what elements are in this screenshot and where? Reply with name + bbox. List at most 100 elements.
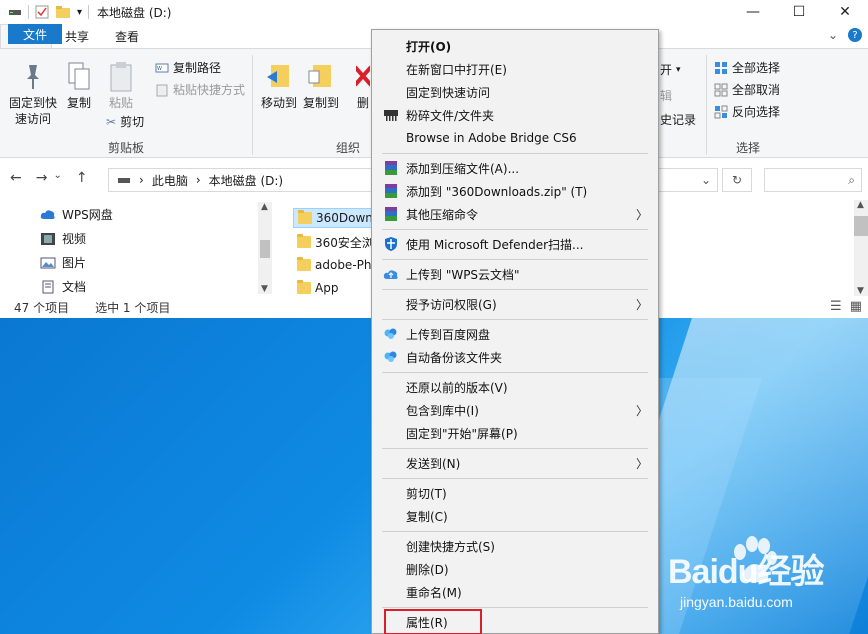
menu-item-adobe-bridge[interactable]: Browse in Adobe Bridge CS6 (372, 127, 658, 149)
quick-access-toolbar: ▾ (0, 5, 90, 19)
nav-item-label: 图片 (62, 256, 87, 270)
nav-item-pictures[interactable]: 图片 (40, 254, 86, 271)
file-item-app[interactable]: App (293, 278, 342, 296)
history-button-partial[interactable]: 史记录 (660, 111, 696, 128)
forward-arrow-icon[interactable]: → (36, 170, 48, 186)
select-none-label: 全部取消 (732, 83, 781, 97)
drive-icon[interactable] (8, 7, 22, 17)
menu-item-open[interactable]: 打开(O) (372, 35, 658, 57)
file-item-adobe-ph[interactable]: adobe-Ph (293, 255, 375, 275)
back-arrow-icon[interactable]: ← (10, 170, 22, 186)
menu-item-pin-quick-access[interactable]: 固定到快速访问 (372, 81, 658, 103)
pin-quick-access-button[interactable]: 固定到快 速访问 (6, 61, 60, 127)
submenu-arrow-icon: 〉 (635, 297, 648, 312)
file-scroll-thumb[interactable] (854, 216, 868, 236)
menu-item-grant-access[interactable]: 授予访问权限(G) 〉 (372, 293, 658, 315)
file-item-360browser[interactable]: 360安全浏 (293, 232, 375, 252)
details-view-icon[interactable]: ☰ (830, 299, 842, 314)
move-to-icon (267, 65, 289, 87)
close-button[interactable]: ✕ (822, 0, 868, 24)
menu-item-label: 创建快捷方式(S) (406, 539, 495, 554)
new-folder-icon[interactable] (55, 5, 71, 19)
folder-icon (298, 210, 312, 224)
select-all-button[interactable]: 全部选择 (714, 59, 780, 76)
menu-item-auto-backup[interactable]: 自动备份该文件夹 (372, 346, 658, 368)
nav-item-documents[interactable]: 文档 (40, 278, 86, 295)
breadcrumb-local-disk[interactable]: 本地磁盘 (D:) (209, 172, 283, 189)
nav-item-wps-netdisk[interactable]: WPS网盘 (40, 206, 113, 223)
scroll-down-icon[interactable]: ▼ (261, 284, 268, 294)
menu-item-open-new-window[interactable]: 在新窗口中打开(E) (372, 58, 658, 80)
menu-item-pin-start[interactable]: 固定到"开始"屏幕(P) (372, 422, 658, 444)
menu-item-add-to-archive[interactable]: 添加到压缩文件(A)... (372, 157, 658, 179)
menu-item-add-to-zip[interactable]: 添加到 "360Downloads.zip" (T) (372, 180, 658, 202)
menu-item-rename[interactable]: 重命名(M) (372, 581, 658, 603)
toolbar-separator (88, 5, 90, 19)
breadcrumb-separator-icon[interactable]: › (196, 173, 201, 187)
file-item-360downloads[interactable]: 360Downl (293, 208, 375, 228)
scroll-down-icon[interactable]: ▼ (857, 286, 864, 296)
nav-item-videos[interactable]: 视频 (40, 230, 86, 247)
menu-item-cut[interactable]: 剪切(T) (372, 482, 658, 504)
copy-to-button[interactable]: 复制到 (302, 61, 340, 111)
copy-button[interactable]: 复制 (64, 61, 94, 111)
menu-item-label: 上传到百度网盘 (406, 327, 491, 342)
menu-item-copy[interactable]: 复制(C) (372, 505, 658, 527)
paste-shortcut-button[interactable]: 粘贴快捷方式 (155, 81, 245, 98)
properties-check-icon[interactable] (35, 5, 49, 19)
watermark-url: jingyan.baidu.com (680, 594, 793, 610)
help-icon[interactable]: ? (848, 28, 862, 42)
menu-item-include-library[interactable]: 包含到库中(I) 〉 (372, 399, 658, 421)
invert-selection-button[interactable]: 反向选择 (714, 103, 780, 120)
menu-item-send-to[interactable]: 发送到(N) 〉 (372, 452, 658, 474)
select-none-icon (714, 83, 728, 96)
open-dropdown-icon: ▾ (676, 64, 681, 75)
menu-item-other-compress[interactable]: 其他压缩命令 〉 (372, 203, 658, 225)
menu-item-delete[interactable]: 删除(D) (372, 558, 658, 580)
menu-item-create-shortcut[interactable]: 创建快捷方式(S) (372, 535, 658, 557)
selection-count: 选中 1 个项目 (95, 300, 171, 315)
file-pane-scrollbar[interactable]: ▲ ▼ (854, 200, 868, 296)
nav-pane-scrollbar[interactable]: ▲ ▼ (258, 202, 272, 294)
tab-file[interactable]: 文件 (8, 24, 63, 44)
menu-separator (382, 372, 648, 373)
menu-separator (382, 607, 648, 608)
address-dropdown-icon[interactable]: ⌄ (701, 173, 711, 187)
video-icon (41, 232, 55, 245)
up-arrow-icon[interactable]: ↑ (76, 170, 88, 186)
menu-item-defender-scan[interactable]: 使用 Microsoft Defender扫描... (372, 233, 658, 255)
minimize-button[interactable]: — (730, 0, 776, 24)
customize-toolbar-arrow-icon[interactable]: ▾ (77, 7, 82, 18)
cut-button[interactable]: ✂ 剪切 (106, 113, 144, 130)
refresh-button[interactable]: ↻ (722, 168, 752, 192)
breadcrumb-separator-icon[interactable]: › (139, 173, 144, 187)
copy-icon (68, 62, 90, 90)
copy-to-icon (308, 65, 331, 87)
folder-icon (297, 280, 311, 294)
maximize-button[interactable]: ☐ (776, 0, 822, 24)
edit-button-partial[interactable]: 辑 (660, 87, 672, 104)
cloud-icon (40, 209, 55, 219)
select-none-button[interactable]: 全部取消 (714, 81, 780, 98)
scroll-up-icon[interactable]: ▲ (261, 202, 268, 212)
recent-locations-icon[interactable]: ⌄ (53, 170, 61, 186)
tab-view[interactable]: 查看 (102, 24, 152, 48)
nav-scroll-thumb[interactable] (260, 240, 270, 258)
expand-ribbon-icon[interactable]: ⌄ (828, 28, 838, 42)
scroll-up-icon[interactable]: ▲ (857, 200, 864, 210)
copy-path-button[interactable]: W 复制路径 (155, 59, 221, 76)
large-icons-view-icon[interactable]: ▦ (850, 299, 862, 314)
file-list: 360Downl 360安全浏 adobe-Ph App (285, 200, 375, 296)
menu-item-restore-versions[interactable]: 还原以前的版本(V) (372, 376, 658, 398)
move-to-button[interactable]: 移动到 (260, 61, 298, 111)
menu-item-upload-baidu[interactable]: 上传到百度网盘 (372, 323, 658, 345)
search-input[interactable]: ⌕ (764, 168, 862, 192)
clipboard-group-label: 剪贴板 (108, 141, 145, 155)
menu-item-upload-wps[interactable]: 上传到 "WPS云文档" (372, 263, 658, 285)
menu-item-shred[interactable]: 粉碎文件/文件夹 (372, 104, 658, 126)
delete-button-partial[interactable]: 删 (356, 61, 370, 111)
paste-button[interactable]: 粘贴 (106, 61, 136, 111)
breadcrumb-this-pc[interactable]: 此电脑 (152, 172, 188, 189)
file-name: 360Downl (316, 211, 375, 225)
open-button-partial[interactable]: 开 ▾ (660, 61, 681, 78)
